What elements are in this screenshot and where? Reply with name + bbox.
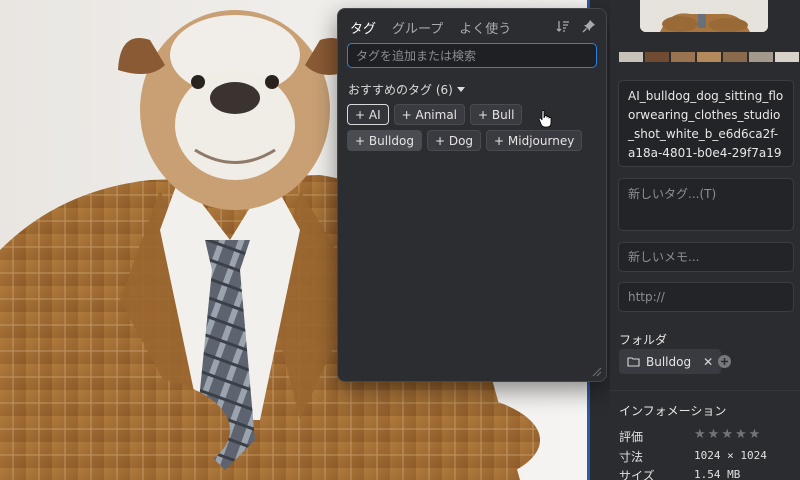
color-swatch[interactable] — [749, 52, 773, 62]
rating-label: 評価 — [619, 430, 644, 444]
tag-suggestion-bulldog[interactable]: + Bulldog — [347, 130, 422, 151]
tag-suggestion-midjourney[interactable]: + Midjourney — [486, 130, 583, 151]
rating-stars[interactable]: ★ ★ ★ ★ ★ — [694, 427, 760, 442]
dimensions-value: 1024 × 1024 — [694, 449, 767, 462]
tab-groups[interactable]: グループ — [392, 18, 443, 37]
tag-popover: タグ グループ よく使う おすすめのタグ (6) + AI + Animal +… — [337, 8, 607, 382]
url-input[interactable] — [618, 282, 794, 312]
close-icon[interactable]: ✕ — [703, 355, 713, 369]
star-icon[interactable]: ★ — [694, 427, 706, 442]
folder-icon — [627, 357, 640, 367]
color-swatch[interactable] — [671, 52, 695, 62]
resize-grip-icon[interactable] — [592, 367, 602, 377]
tab-tags[interactable]: タグ — [350, 18, 376, 37]
dimensions-label: 寸法 — [619, 450, 644, 464]
tag-suggestion-dog[interactable]: + Dog — [426, 130, 482, 151]
tab-frequent[interactable]: よく使う — [459, 18, 511, 37]
inspector-panel: AI_bulldog_dog_sitting_floorwearing_clot… — [610, 0, 800, 480]
filesize-label: サイズ — [619, 469, 655, 480]
pointer-cursor-icon — [538, 110, 552, 128]
info-section-title: インフォメーション — [619, 404, 727, 418]
thumbnail-image — [640, 0, 768, 32]
suggested-tags-list: + AI + Animal + Bull + Bulldog + Dog + M… — [347, 104, 599, 151]
memo-input[interactable] — [618, 242, 794, 272]
sort-icon[interactable] — [556, 19, 570, 33]
pin-icon[interactable] — [582, 19, 596, 33]
tag-search-input[interactable] — [347, 43, 597, 68]
star-icon[interactable]: ★ — [708, 427, 720, 442]
section-divider — [610, 390, 800, 391]
tag-suggestion-animal[interactable]: + Animal — [393, 104, 466, 125]
star-icon[interactable]: ★ — [735, 427, 747, 442]
tag-suggestion-ai[interactable]: + AI — [347, 104, 389, 125]
caret-down-icon — [456, 86, 465, 92]
star-icon[interactable]: ★ — [721, 427, 733, 442]
popover-tabs: タグ グループ よく使う — [350, 18, 511, 37]
folder-section-title: フォルダ — [619, 333, 668, 347]
color-swatch[interactable] — [723, 52, 747, 62]
folder-chip-bulldog[interactable]: Bulldog ✕ — [619, 349, 722, 374]
filesize-value: 1.54 MB — [694, 468, 741, 480]
image-thumbnail[interactable] — [640, 0, 768, 32]
new-tag-input[interactable] — [618, 178, 794, 231]
add-folder-icon[interactable] — [718, 355, 731, 368]
color-swatch[interactable] — [619, 52, 643, 62]
color-swatch[interactable] — [645, 52, 669, 62]
folder-chip-label: Bulldog — [646, 354, 692, 369]
tag-suggestion-bull[interactable]: + Bull — [470, 104, 523, 125]
suggested-tags-toggle[interactable]: おすすめのタグ (6) — [348, 81, 465, 98]
color-swatch[interactable] — [775, 52, 799, 62]
star-icon[interactable]: ★ — [749, 427, 761, 442]
suggested-tags-heading: おすすめのタグ (6) — [348, 83, 453, 97]
color-palette — [619, 52, 799, 62]
filename-field[interactable]: AI_bulldog_dog_sitting_floorwearing_clot… — [618, 80, 794, 167]
color-swatch[interactable] — [697, 52, 721, 62]
